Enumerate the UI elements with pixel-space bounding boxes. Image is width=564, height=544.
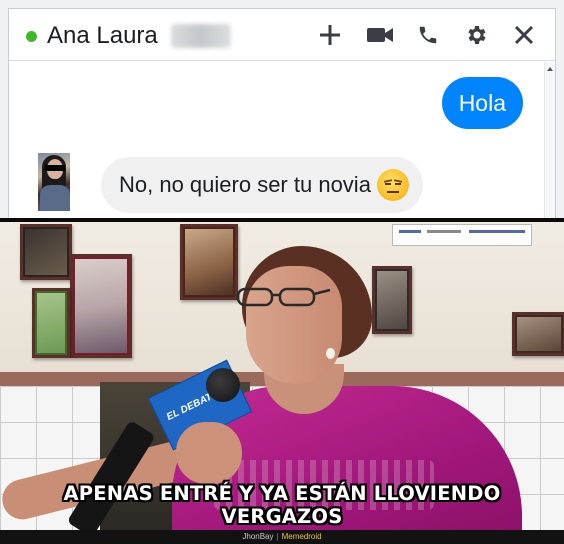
add-people-button[interactable] bbox=[313, 18, 347, 52]
gear-icon bbox=[468, 26, 486, 44]
chat-header: Ana Laura bbox=[9, 9, 555, 61]
phone-icon bbox=[419, 26, 437, 44]
meme-photo: EL DEBATE APENAS ENTRÉ Y YA ESTÁN LLOVIE… bbox=[0, 222, 564, 530]
online-status-dot bbox=[26, 31, 37, 42]
video-camera-icon bbox=[367, 28, 393, 42]
message-thread[interactable]: Hola No, no quiero ser tu novia bbox=[9, 62, 545, 218]
footer-separator: | bbox=[276, 532, 279, 541]
video-call-button[interactable] bbox=[363, 18, 397, 52]
contact-name[interactable]: Ana Laura bbox=[47, 22, 158, 50]
incoming-message: No, no quiero ser tu novia bbox=[101, 157, 423, 213]
chat-scrollbar[interactable] bbox=[544, 62, 555, 218]
chat-panel: Ana Laura Hola No, no quiero ser tu novi… bbox=[0, 0, 564, 218]
watermark-footer: JhonBay | Memedroid bbox=[0, 530, 564, 544]
outgoing-message: Hola bbox=[441, 77, 523, 129]
wall-picture bbox=[372, 266, 412, 334]
microphone-icon bbox=[206, 368, 240, 402]
wall-sign bbox=[392, 224, 532, 246]
wall-picture bbox=[32, 288, 70, 358]
meme-caption: APENAS ENTRÉ Y YA ESTÁN LLOVIENDO VERGAZ… bbox=[63, 482, 501, 528]
incoming-message-text: No, no quiero ser tu novia bbox=[119, 172, 371, 197]
censor-bar bbox=[45, 165, 65, 171]
footer-author[interactable]: JhonBay bbox=[242, 532, 273, 541]
voice-call-button[interactable] bbox=[411, 18, 445, 52]
settings-button[interactable] bbox=[459, 18, 493, 52]
earring bbox=[326, 348, 335, 359]
wall-picture bbox=[180, 224, 238, 300]
footer-brand[interactable]: Memedroid bbox=[282, 532, 322, 541]
wall-picture bbox=[20, 224, 72, 280]
close-chat-button[interactable] bbox=[507, 18, 541, 52]
scroll-up-icon[interactable] bbox=[547, 67, 553, 71]
glasses-icon bbox=[236, 287, 331, 307]
plus-icon bbox=[320, 25, 340, 45]
wall-picture bbox=[512, 312, 564, 356]
blurred-surname bbox=[171, 24, 231, 48]
close-icon bbox=[514, 25, 534, 45]
unamused-face-icon bbox=[376, 169, 409, 201]
chat-window: Ana Laura Hola No, no quiero ser tu novi… bbox=[8, 8, 556, 218]
wall-picture bbox=[70, 254, 132, 358]
reporter-hand bbox=[176, 422, 242, 484]
contact-avatar[interactable] bbox=[38, 153, 70, 211]
